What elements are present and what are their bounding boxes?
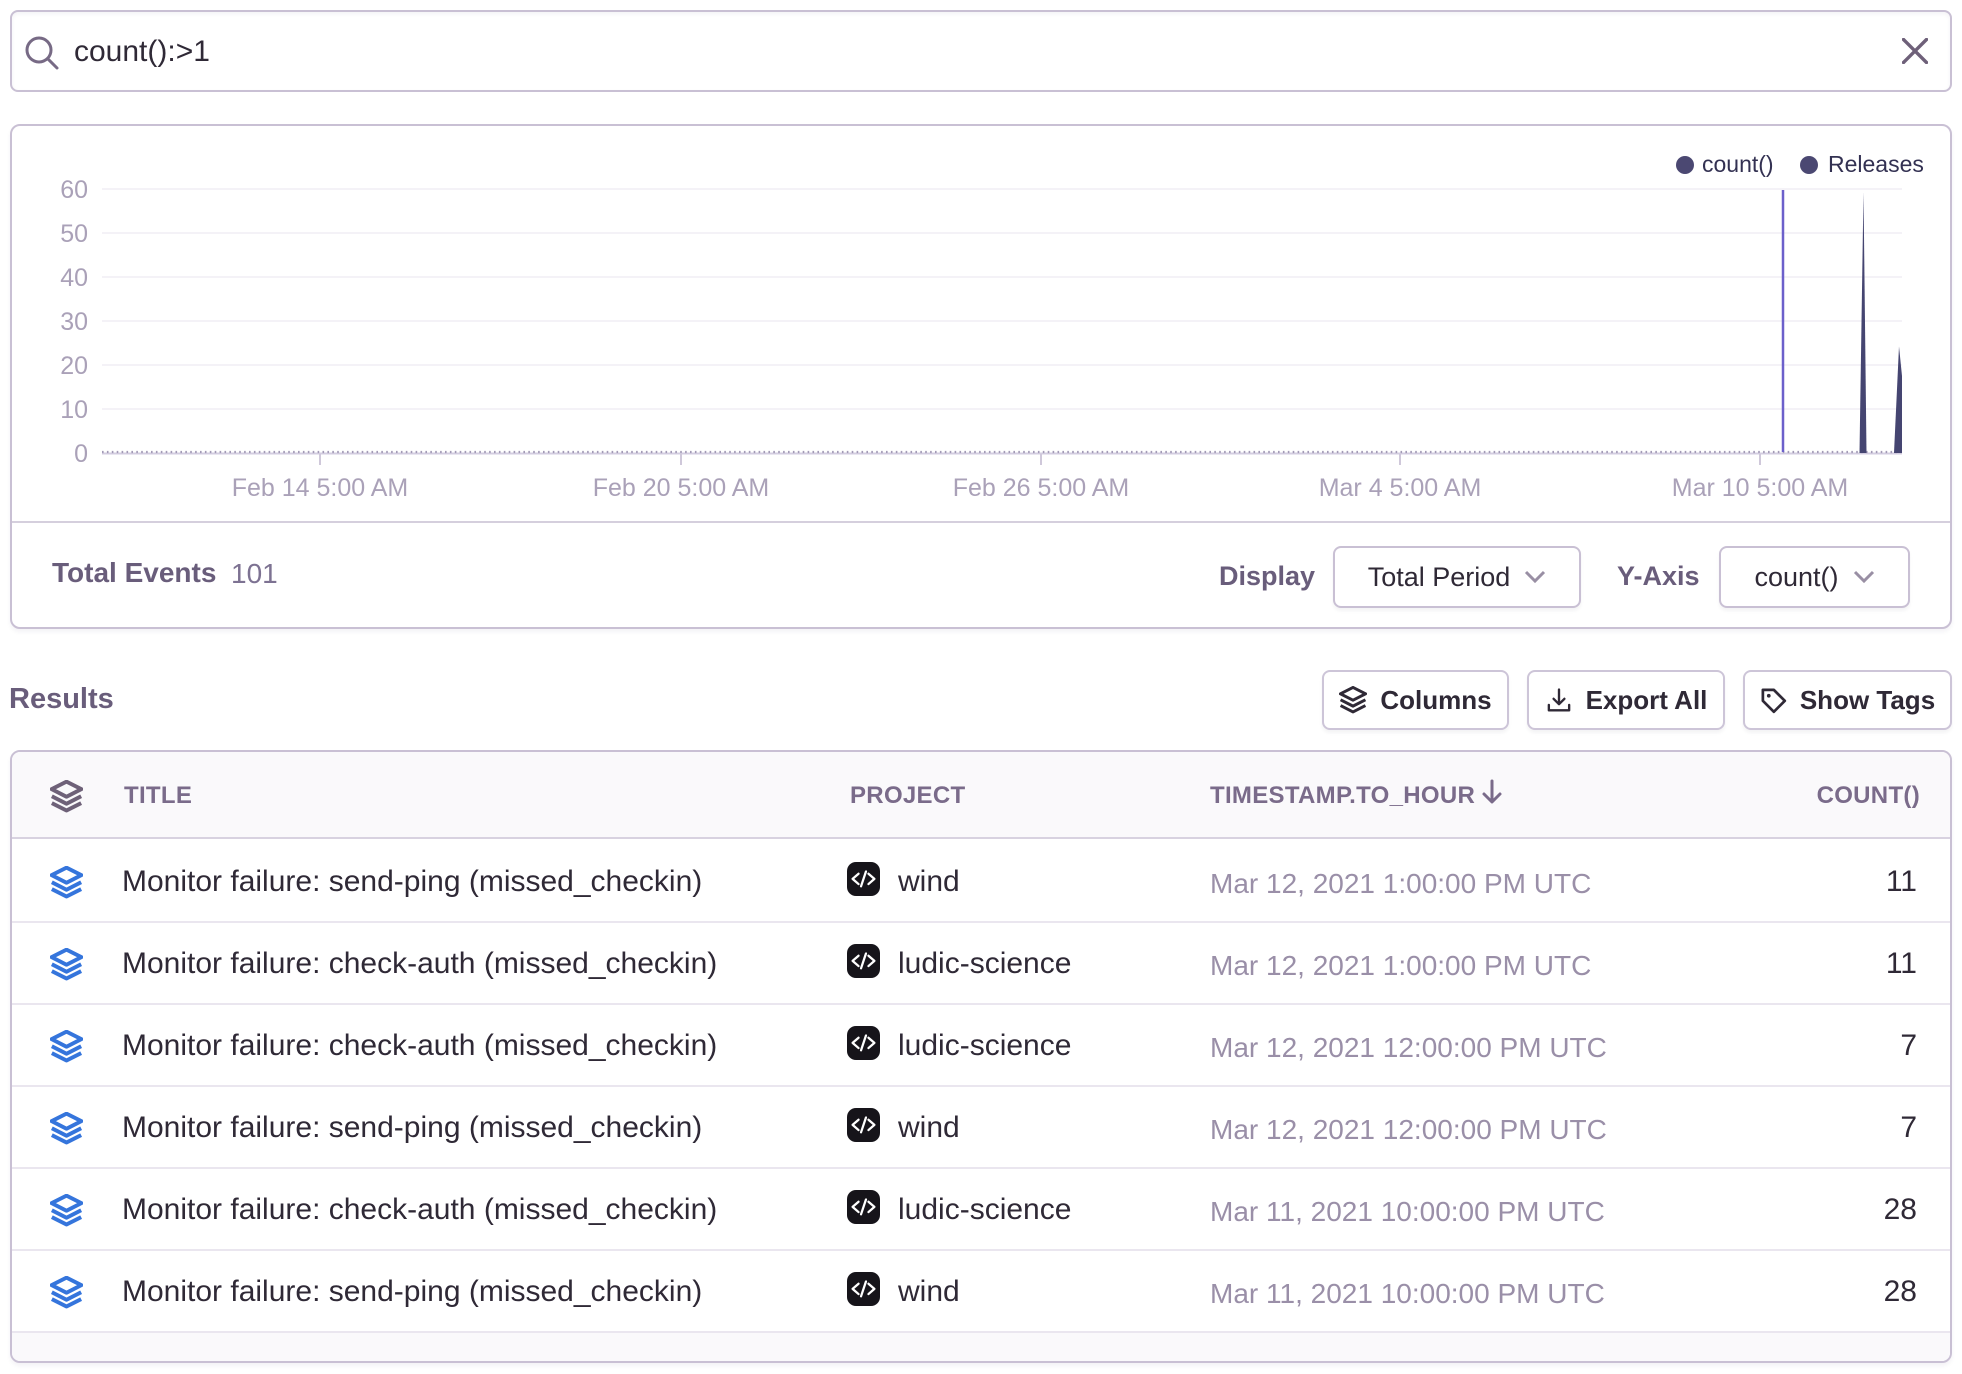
svg-text:50: 50 — [60, 220, 88, 248]
svg-text:count(): count() — [1702, 151, 1774, 177]
svg-text:20: 20 — [60, 352, 88, 380]
svg-text:30: 30 — [60, 308, 88, 336]
svg-text:Feb 20 5:00 AM: Feb 20 5:00 AM — [593, 474, 770, 502]
svg-text:40: 40 — [60, 264, 88, 292]
svg-text:Mar 10 5:00 AM: Mar 10 5:00 AM — [1672, 474, 1848, 502]
svg-text:Mar 4 5:00 AM: Mar 4 5:00 AM — [1319, 474, 1482, 502]
svg-text:10: 10 — [60, 396, 88, 424]
svg-text:Feb 26 5:00 AM: Feb 26 5:00 AM — [953, 474, 1130, 502]
svg-text:0: 0 — [74, 440, 88, 468]
svg-text:Feb 14 5:00 AM: Feb 14 5:00 AM — [232, 474, 409, 502]
svg-text:60: 60 — [60, 176, 88, 204]
svg-text:Releases: Releases — [1828, 151, 1924, 177]
